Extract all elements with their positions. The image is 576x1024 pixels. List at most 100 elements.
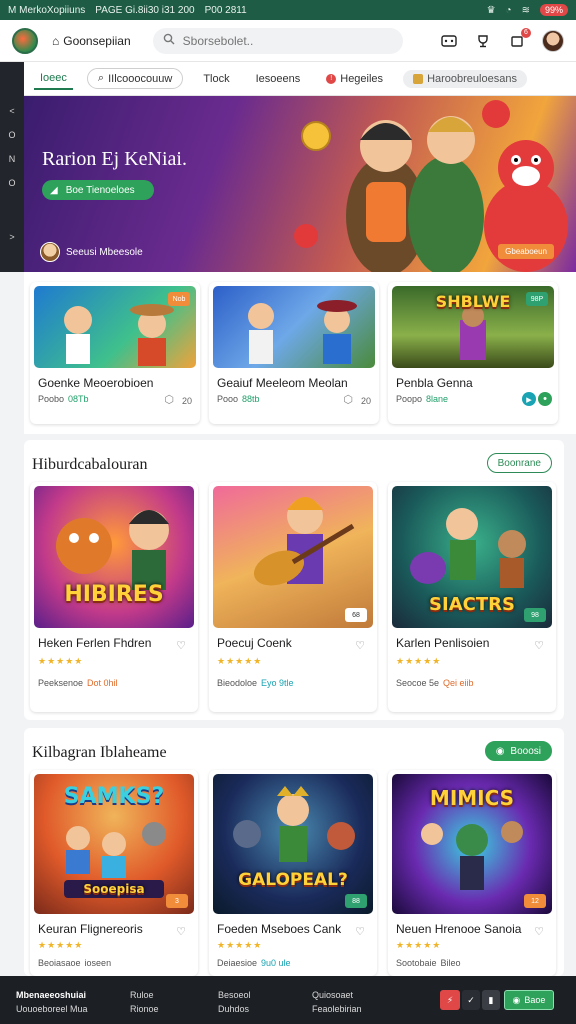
- rating-stars: ★★★★★: [217, 940, 263, 950]
- tab-rewards[interactable]: Haroobreuloesans: [403, 69, 527, 88]
- game-card[interactable]: 68 Poecuj Coenk ★★★★★ Bieodoloe Eyo 9tle…: [209, 482, 377, 712]
- tab-sessions[interactable]: Iesoeens: [250, 69, 307, 89]
- thumbnail-title: SAMKS?: [63, 784, 165, 809]
- hero-user[interactable]: Seeusi Mbeesole: [40, 242, 143, 262]
- rail-back-icon[interactable]: <: [7, 106, 17, 116]
- card-meta-accent: Dot 0hil: [87, 678, 118, 688]
- battery-indicator: 99%: [539, 4, 568, 16]
- game-thumbnail: SHBLWE 98P: [392, 286, 554, 368]
- nav-tabs: Ioeec ⌕ IIlcooocouuw Tlock Iesoeens ! He…: [24, 62, 576, 96]
- app-logo[interactable]: [12, 27, 38, 54]
- share-icon[interactable]: ⬡: [341, 392, 355, 406]
- footer-link[interactable]: Uouoeboreel Mua: [16, 1002, 88, 1016]
- search-icon: [163, 33, 175, 48]
- favorite-icon[interactable]: ♡: [353, 924, 367, 938]
- share-icon[interactable]: ⬡: [162, 392, 176, 406]
- hero-cta-button[interactable]: ◢ Boe Tienoeloes: [42, 180, 154, 200]
- notification-count: 6: [521, 27, 531, 38]
- game-card[interactable]: HIBIRES Heken Ferlen Fhdren ★★★★★ Peekse…: [30, 482, 198, 712]
- flash-button[interactable]: ⚡: [440, 990, 460, 1010]
- footer-cta-button[interactable]: ◉ Baoe: [504, 990, 554, 1010]
- tab-label: Hegeiles: [340, 72, 384, 85]
- card-tag: 88: [345, 894, 367, 908]
- favorite-icon[interactable]: ♡: [353, 638, 367, 652]
- tab-label: IIlcooocouuw: [108, 72, 173, 85]
- card-meta: Beoiasaoe ioseen: [38, 958, 111, 968]
- favorite-icon[interactable]: ♡: [532, 638, 546, 652]
- tab-badges[interactable]: ! Hegeiles: [320, 69, 389, 89]
- card-meta: Bieodoloe Eyo 9tle: [217, 678, 294, 688]
- hero-title: Rarion Ej KeNiai.: [42, 148, 187, 170]
- footer-link[interactable]: Besoeol: [218, 988, 251, 1002]
- section-kilbagran: Kilbagran Iblaheame ◉ Booosi SAMKS? Sooe…: [24, 728, 564, 976]
- card-meta: Poobo 08Tb: [38, 394, 89, 404]
- card-meta-accent: Bileo: [440, 958, 461, 968]
- game-thumbnail: 68: [213, 486, 373, 628]
- section-title: Hiburdcabalouran: [32, 456, 148, 473]
- search-box[interactable]: [152, 27, 403, 54]
- game-thumbnail: SIACTRS 98: [392, 486, 552, 628]
- favorite-icon[interactable]: ♡: [532, 924, 546, 938]
- card-tag: Nob: [168, 292, 190, 306]
- rail-circle-icon[interactable]: O: [7, 130, 17, 140]
- tab-lock[interactable]: Tlock: [197, 69, 235, 89]
- card-tag: 68: [345, 608, 367, 622]
- card-meta-label: Pooo: [217, 394, 239, 404]
- footer-link[interactable]: Ruloe: [130, 988, 159, 1002]
- card-meta-accent: Eyo 9tle: [261, 678, 294, 688]
- tab-label: Tlock: [203, 72, 230, 85]
- hero-cta-label: Boe Tienoeloes: [65, 184, 135, 196]
- game-card[interactable]: SIACTRS 98 Karlen Penlisoien ★★★★★ Seoco…: [388, 482, 556, 712]
- footer-link[interactable]: Quiosoaet: [312, 988, 362, 1002]
- rail-grid-icon[interactable]: N: [7, 154, 17, 164]
- card-meta: Seocoe 5e Qei eiib: [396, 678, 474, 688]
- thumbnail-title: HIBIRES: [64, 582, 164, 607]
- hero-banner[interactable]: Rarion Ej KeNiai. ◢ Boe Tienoeloes Seeus…: [24, 96, 576, 272]
- home-icon: ⌂: [52, 33, 60, 48]
- rail-dot-icon[interactable]: O: [7, 178, 17, 188]
- search-input[interactable]: [182, 33, 383, 48]
- notification-icon[interactable]: 6: [508, 27, 531, 50]
- game-thumbnail: [213, 286, 375, 368]
- game-thumbnail: MIMICS 12: [392, 774, 552, 914]
- tab-home[interactable]: Ioeec: [34, 68, 73, 90]
- footer-col-4: Quiosoaet Feaolebirian: [312, 988, 362, 1016]
- status-info: PAGE Gi.8ii30 i31 200: [95, 4, 195, 16]
- game-card[interactable]: SAMKS? Sooepisa 3 Keuran Flignereoris ★★…: [30, 770, 198, 976]
- coin-icon: [413, 73, 424, 84]
- footer-col-2: Ruloe Rionoe: [130, 988, 159, 1016]
- check-button[interactable]: ✓: [462, 990, 480, 1010]
- game-card[interactable]: MIMICS 12 Neuen Hrenooe Sanoia ★★★★★ Soo…: [388, 770, 556, 976]
- section-more-button[interactable]: Boonrane: [486, 453, 552, 473]
- brand[interactable]: ⌂ Goonsepiian: [52, 34, 131, 48]
- tab-filter[interactable]: ⌕ IIlcooocouuw: [86, 68, 184, 89]
- rating-stars: ★★★★★: [217, 656, 263, 666]
- card-meta: Sootobaie Bileo: [396, 958, 461, 968]
- section-button-label: Booosi: [510, 745, 541, 757]
- card-meta-accent: Qei eiib: [443, 678, 474, 688]
- trophy-icon[interactable]: [474, 32, 492, 50]
- game-card[interactable]: GALOPEAL? 88 Foeden Mseboes Cank ★★★★★ D…: [209, 770, 377, 976]
- section-more-button[interactable]: ◉ Booosi: [484, 741, 552, 761]
- card-meta-label: Deiaesioe: [217, 958, 258, 968]
- user-avatar[interactable]: [542, 29, 564, 52]
- footer-link[interactable]: Mbenaeeoshuiai: [16, 988, 88, 1002]
- tab-label: Ioeec: [40, 71, 67, 84]
- rail-expand-icon[interactable]: >: [7, 232, 17, 242]
- play-icon[interactable]: ▸: [522, 392, 536, 406]
- card-count: 20: [360, 396, 371, 406]
- more-icon[interactable]: •: [538, 392, 552, 406]
- gamepad-icon[interactable]: [440, 32, 458, 50]
- game-card[interactable]: Geaiuf Meeleom Meolan Pooo 88tb ⬡ 20: [209, 282, 379, 424]
- footer-link[interactable]: Duhdos: [218, 1002, 251, 1016]
- favorite-icon[interactable]: ♡: [174, 638, 188, 652]
- hero-tag[interactable]: Gbeaboeun: [498, 244, 554, 259]
- card-meta-label: Poopo: [396, 394, 423, 404]
- bars-button[interactable]: ▮: [482, 990, 500, 1010]
- game-card[interactable]: Nob Goenke Meoerobioen Poobo 08Tb ⬡ 20: [30, 282, 200, 424]
- game-card[interactable]: SHBLWE 98P Penbla Genna Poopo 8lane ▸ •: [388, 282, 558, 424]
- card-meta-accent: 88tb: [242, 394, 260, 404]
- favorite-icon[interactable]: ♡: [174, 924, 188, 938]
- footer-link[interactable]: Feaolebirian: [312, 1002, 362, 1016]
- footer-link[interactable]: Rionoe: [130, 1002, 159, 1016]
